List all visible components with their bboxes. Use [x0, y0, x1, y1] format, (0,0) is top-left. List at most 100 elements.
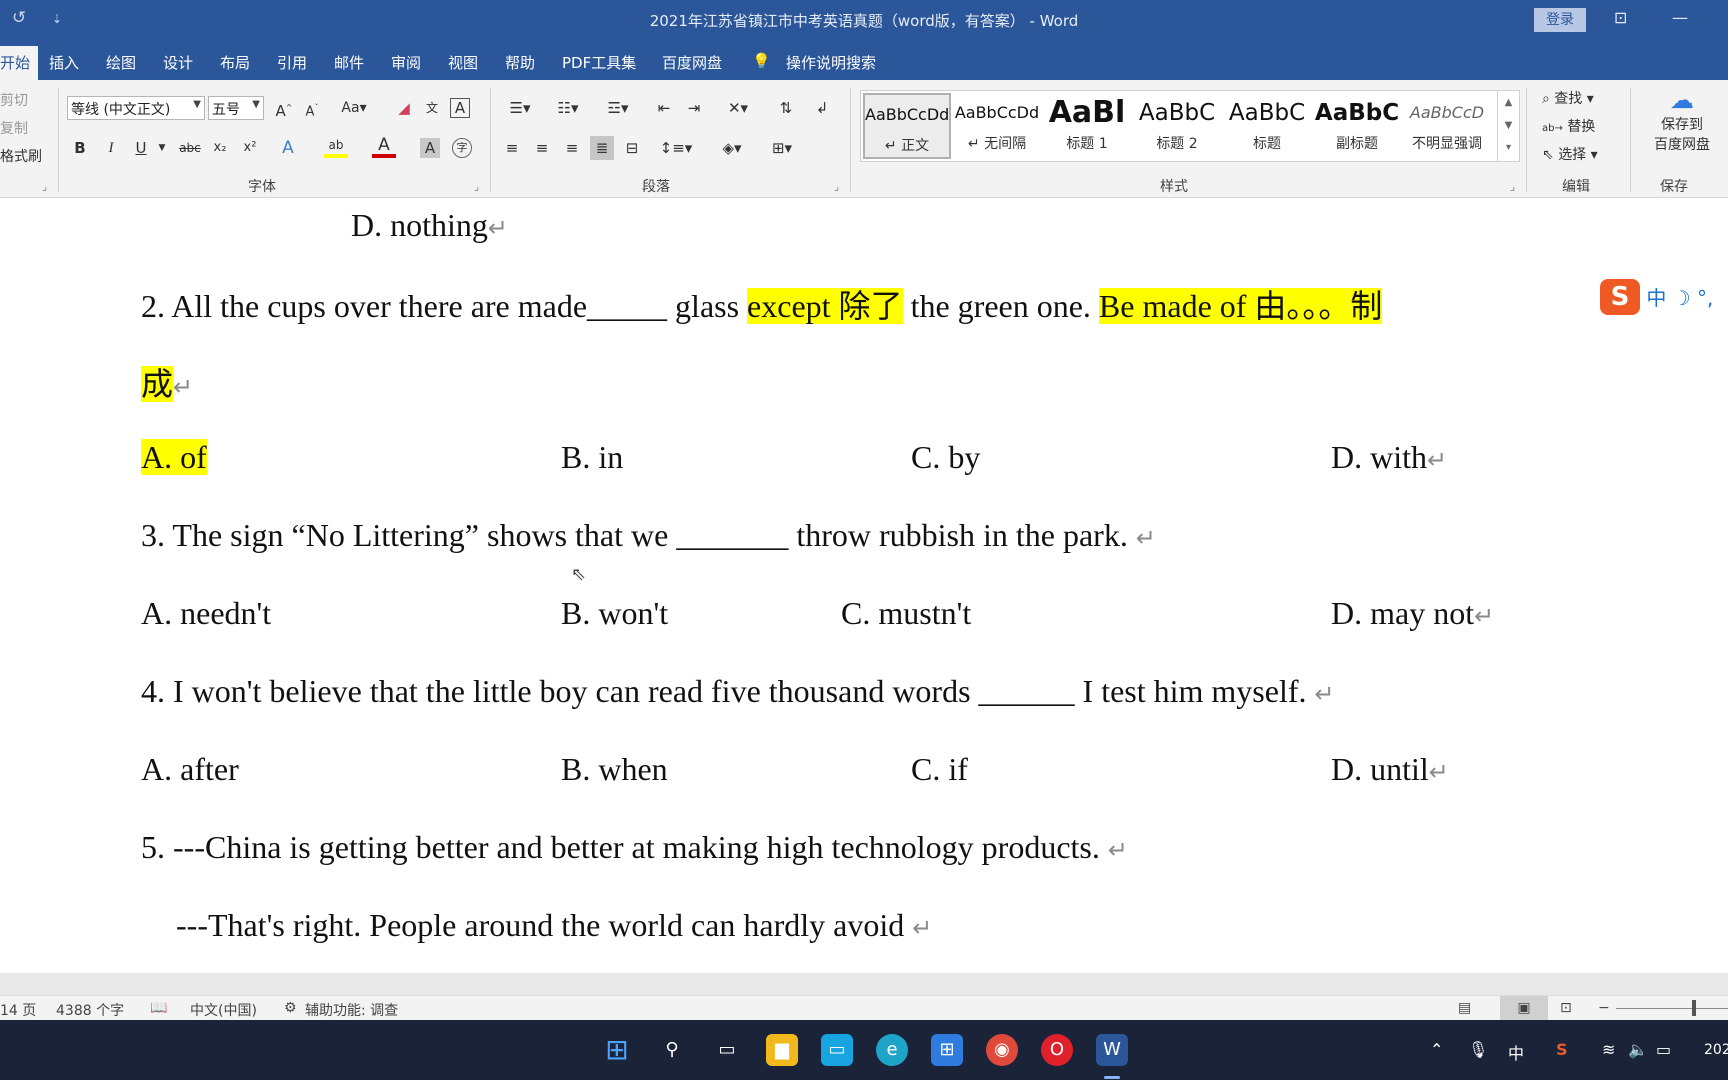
show-hide-marks-icon[interactable]: ↲	[810, 96, 834, 120]
moon-icon[interactable]: ☽	[1673, 286, 1691, 310]
volume-icon[interactable]: 🔈	[1628, 1040, 1648, 1059]
shrink-font-icon[interactable]: Aˇ	[300, 96, 324, 120]
copy-button[interactable]: 复制	[0, 118, 28, 138]
style-title[interactable]: AaBbC 标题	[1223, 93, 1311, 159]
phonetic-guide-icon[interactable]: 文	[420, 96, 444, 120]
start-icon[interactable]: ⊞	[601, 1034, 633, 1066]
cut-button[interactable]: 剪切	[0, 90, 28, 110]
tab-review[interactable]: 审阅	[391, 52, 421, 73]
styles-launcher-icon[interactable]: ⌟	[1510, 180, 1515, 193]
gallery-scrollbar[interactable]: ▲ ▼ ▾	[1497, 91, 1519, 161]
strikethrough-icon[interactable]: abc	[178, 136, 202, 160]
chrome-icon[interactable]: ◉	[986, 1034, 1018, 1066]
style-subtle-emphasis[interactable]: AaBbCcD 不明显强调	[1403, 93, 1491, 159]
store-icon[interactable]: ⊞	[931, 1034, 963, 1066]
sogou-tray-icon[interactable]: S	[1556, 1040, 1568, 1059]
tab-home[interactable]: 开始	[0, 46, 39, 80]
chevron-down-icon[interactable]: ▼	[150, 136, 174, 160]
tab-references[interactable]: 引用	[277, 52, 307, 73]
tab-view[interactable]: 视图	[448, 52, 478, 73]
punctuation-icon[interactable]: °,	[1697, 286, 1713, 310]
character-border-icon[interactable]: A	[450, 98, 470, 118]
chinese-layout-icon[interactable]: ✕▾	[718, 96, 758, 120]
style-normal[interactable]: AaBbCcDd ↵ 正文	[863, 93, 951, 159]
web-layout-icon[interactable]: ⊡	[1560, 1000, 1572, 1016]
document-canvas[interactable]: D. nothing↵ 2. All the cups over there a…	[0, 199, 1728, 973]
accessibility-status[interactable]: 辅助功能: 调查	[305, 1000, 398, 1020]
word-icon[interactable]: W	[1096, 1034, 1128, 1066]
paragraph-launcher-icon[interactable]: ⌟	[834, 180, 839, 193]
tab-help[interactable]: 帮助	[505, 52, 535, 73]
chevron-down-icon[interactable]: ▼	[1498, 114, 1519, 137]
tab-layout[interactable]: 布局	[220, 52, 250, 73]
tray-ime-indicator[interactable]: 中	[1508, 1040, 1524, 1064]
character-shading-icon[interactable]: A	[420, 138, 440, 158]
numbering-icon[interactable]: ☷▾	[548, 96, 588, 120]
microphone-icon[interactable]: 🎙	[1468, 1040, 1488, 1059]
italic-icon[interactable]: I	[99, 136, 123, 160]
save-to-baidu-button[interactable]: ☁ 保存到 百度网盘	[1636, 86, 1728, 154]
format-painter-button[interactable]: 格式刷	[0, 146, 42, 166]
style-heading-2[interactable]: AaBbC 标题 2	[1133, 93, 1221, 159]
task-view-icon[interactable]: ▭	[711, 1034, 743, 1066]
tab-mailings[interactable]: 邮件	[334, 52, 364, 73]
font-launcher-icon[interactable]: ⌟	[474, 180, 479, 193]
file-explorer-icon[interactable]: ▆	[766, 1034, 798, 1066]
search-icon[interactable]: ⚲	[656, 1034, 688, 1066]
chevron-up-icon[interactable]: ▲	[1498, 91, 1519, 114]
proofing-icon[interactable]: 📖	[150, 1000, 167, 1016]
opera-icon[interactable]: O	[1041, 1034, 1073, 1066]
clipboard-launcher-icon[interactable]: ⌟	[42, 180, 47, 193]
bold-icon[interactable]: B	[68, 136, 92, 160]
style-subtitle[interactable]: AaBbC 副标题	[1313, 93, 1401, 159]
tab-pdf-tools[interactable]: PDF工具集	[562, 52, 636, 73]
multilevel-list-icon[interactable]: ☲▾	[598, 96, 638, 120]
tab-baidu-netdisk[interactable]: 百度网盘	[662, 52, 722, 73]
minimize-icon[interactable]: —	[1672, 8, 1688, 27]
borders-icon[interactable]: ⊞▾	[762, 136, 802, 160]
find-button[interactable]: ⌕ 查找 ▾	[1542, 88, 1594, 108]
more-icon[interactable]: ▾	[1498, 137, 1519, 159]
superscript-icon[interactable]: x²	[238, 136, 262, 160]
chevron-up-icon[interactable]: ⌃	[1430, 1040, 1443, 1059]
zoom-slider[interactable]	[1616, 1008, 1728, 1009]
tell-me-search[interactable]: 操作说明搜索	[786, 52, 876, 73]
line-spacing-icon[interactable]: ↕≡▾	[656, 136, 696, 160]
font-name-box[interactable]: 等线 (中文正文) ▼	[67, 96, 205, 120]
center-icon[interactable]: ≡	[530, 136, 554, 160]
print-layout-icon[interactable]: ▣	[1500, 996, 1548, 1020]
login-button[interactable]: 登录	[1534, 8, 1586, 32]
clock[interactable]: 202	[1704, 1042, 1728, 1058]
grow-font-icon[interactable]: A^	[272, 96, 296, 120]
tab-draw[interactable]: 绘图	[106, 52, 136, 73]
page-count[interactable]: 14 页	[0, 1000, 36, 1020]
read-mode-icon[interactable]: ▤	[1458, 1000, 1471, 1016]
bullets-icon[interactable]: ☰▾	[500, 96, 540, 120]
replace-button[interactable]: ab→ 替换	[1542, 116, 1595, 136]
clear-formatting-icon[interactable]: ◢	[392, 96, 416, 120]
style-heading-1[interactable]: AaBl 标题 1	[1043, 93, 1131, 159]
align-left-icon[interactable]: ≡	[500, 136, 524, 160]
style-no-spacing[interactable]: AaBbCcDd ↵ 无间隔	[953, 93, 1041, 159]
zoom-slider-thumb[interactable]	[1692, 1000, 1696, 1016]
battery-icon[interactable]: ▭	[1656, 1040, 1671, 1059]
sort-icon[interactable]: ⇅	[774, 96, 798, 120]
highlight-icon[interactable]: ab	[324, 136, 348, 158]
font-color-icon[interactable]: A	[372, 136, 396, 158]
word-count[interactable]: 4388 个字	[56, 1000, 124, 1020]
language-indicator[interactable]: 中文(中国)	[190, 1000, 257, 1020]
decrease-indent-icon[interactable]: ⇤	[652, 96, 676, 120]
sogou-logo-icon[interactable]: S	[1600, 279, 1640, 315]
align-right-icon[interactable]: ≡	[560, 136, 584, 160]
edge-icon[interactable]: e	[876, 1034, 908, 1066]
select-button[interactable]: ⇖ 选择 ▾	[1542, 144, 1598, 164]
change-case-icon[interactable]: Aa▾	[336, 96, 372, 120]
desktop-icon[interactable]: ▭	[821, 1034, 853, 1066]
ime-toolbar[interactable]: S 中 ☽ °,	[1600, 279, 1714, 315]
tab-insert[interactable]: 插入	[49, 52, 79, 73]
ribbon-display-options-icon[interactable]: ⊡	[1614, 8, 1627, 27]
text-effects-icon[interactable]: A	[276, 136, 300, 160]
enclose-characters-icon[interactable]: 字	[452, 138, 472, 158]
subscript-icon[interactable]: x₂	[208, 136, 232, 160]
distributed-icon[interactable]: ⊟	[620, 136, 644, 160]
